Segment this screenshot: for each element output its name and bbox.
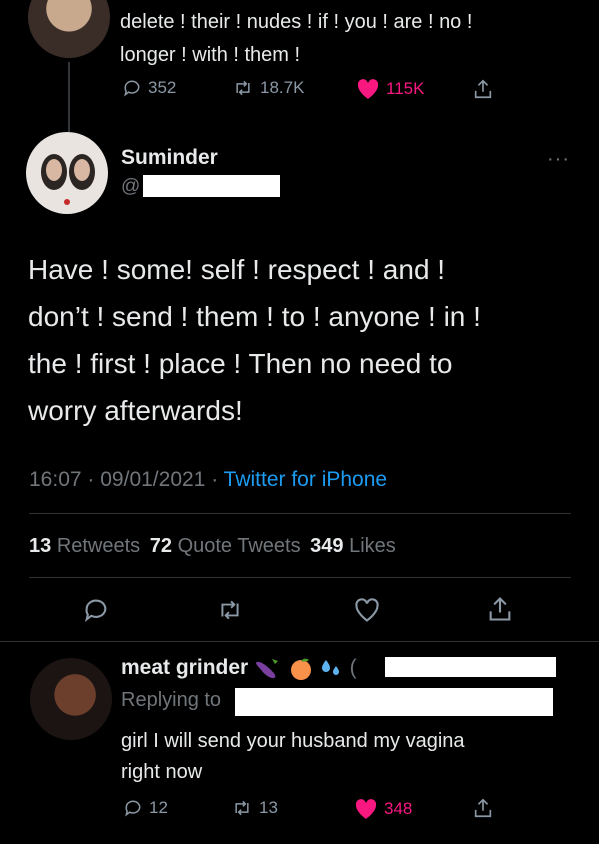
author-name[interactable]: Suminder bbox=[121, 146, 218, 170]
avatar-image bbox=[41, 154, 95, 205]
meta-separator: · bbox=[211, 468, 219, 491]
reply-action-button[interactable] bbox=[82, 596, 110, 629]
reply-tweet-line: girl I will send your husband my vagina bbox=[121, 730, 465, 752]
likes-stat[interactable]: 349 Likes bbox=[310, 535, 396, 557]
heart-filled-icon bbox=[355, 799, 377, 819]
share-icon bbox=[474, 79, 492, 99]
tweet-time: 16:07 bbox=[29, 468, 82, 491]
reply-tweet-text: girl I will send your husband my vagina … bbox=[121, 726, 465, 788]
reply-icon bbox=[124, 80, 140, 97]
main-tweet-line: don’t ! send ! them ! to ! anyone ! in ! bbox=[28, 301, 481, 332]
reply-tweet-line: right now bbox=[121, 761, 203, 783]
quotes-stat[interactable]: 72 Quote Tweets bbox=[150, 535, 306, 557]
reply-handle-redaction bbox=[385, 657, 556, 677]
tweet-date: 09/01/2021 bbox=[100, 468, 206, 491]
tweet-source-link[interactable]: Twitter for iPhone bbox=[224, 468, 387, 491]
peach-icon bbox=[290, 659, 311, 681]
reply-like-count: 348 bbox=[384, 799, 413, 818]
heart-filled-icon bbox=[357, 79, 379, 99]
tweet-meta: 16:07 · 09/01/2021 · Twitter for iPhone bbox=[29, 468, 387, 492]
avatar-meat-grinder[interactable] bbox=[30, 658, 112, 740]
retweets-count: 13 bbox=[29, 535, 52, 557]
thread-line-top bbox=[68, 62, 70, 132]
avatar-top[interactable] bbox=[28, 0, 110, 58]
top-reply-count: 352 bbox=[148, 78, 177, 97]
reply-like-button[interactable]: 348 bbox=[354, 798, 412, 820]
reply-icon bbox=[84, 599, 107, 622]
top-tweet-line: delete ! their ! nudes ! if ! you ! are … bbox=[120, 11, 473, 33]
like-action-button[interactable] bbox=[353, 597, 381, 628]
main-tweet-text: Have ! some! self ! respect ! and ! don’… bbox=[28, 246, 481, 434]
reply-icon bbox=[125, 800, 141, 817]
main-tweet-line: Have ! some! self ! respect ! and ! bbox=[28, 254, 446, 285]
replying-to: Replying to bbox=[121, 689, 221, 712]
retweet-action-button[interactable] bbox=[215, 597, 245, 628]
top-reply-button[interactable]: 352 bbox=[122, 78, 176, 98]
retweets-label: Retweets bbox=[56, 535, 141, 557]
top-tweet-line: longer ! with ! them ! bbox=[120, 44, 301, 66]
divider bbox=[0, 641, 599, 642]
share-icon bbox=[474, 798, 492, 818]
reply-reply-count: 12 bbox=[149, 798, 168, 817]
retweet-icon bbox=[236, 80, 250, 96]
retweet-icon bbox=[221, 600, 239, 620]
reply-share-button[interactable] bbox=[472, 797, 494, 819]
handle-prefix: @ bbox=[121, 176, 141, 197]
reply-retweet-count: 13 bbox=[259, 798, 278, 817]
share-action-button[interactable] bbox=[486, 595, 514, 628]
more-options-icon[interactable]: ··· bbox=[547, 148, 570, 171]
top-like-count: 115K bbox=[386, 79, 425, 98]
main-tweet-line: the ! first ! place ! Then no need to bbox=[28, 348, 453, 379]
divider bbox=[29, 577, 571, 578]
top-tweet-text: delete ! their ! nudes ! if ! you ! are … bbox=[120, 6, 472, 72]
top-like-button[interactable]: 115K bbox=[356, 78, 424, 100]
likes-label: Likes bbox=[349, 535, 396, 557]
quotes-count: 72 bbox=[149, 535, 172, 557]
reply-reply-button[interactable]: 12 bbox=[123, 798, 168, 818]
share-icon bbox=[489, 597, 511, 621]
avatar-suminder[interactable] bbox=[26, 132, 108, 214]
top-retweet-count: 18.7K bbox=[260, 78, 305, 97]
reply-retweet-button[interactable]: 13 bbox=[231, 798, 278, 818]
retweets-stat[interactable]: 13 Retweets bbox=[29, 535, 146, 557]
heart-outline-icon bbox=[355, 598, 379, 622]
top-share-button[interactable] bbox=[472, 78, 494, 100]
engagement-stats: 13 Retweets 72 Quote Tweets 349 Likes bbox=[29, 535, 396, 558]
author-handle[interactable]: @ bbox=[121, 176, 140, 198]
meta-separator: · bbox=[87, 468, 95, 491]
replying-to-redaction bbox=[235, 688, 553, 716]
retweet-icon bbox=[235, 800, 249, 816]
reply-author-name[interactable]: meat grinder bbox=[121, 656, 248, 679]
top-retweet-button[interactable]: 18.7K bbox=[232, 78, 304, 98]
sweat-droplets-icon bbox=[321, 660, 339, 676]
main-tweet-line: worry afterwards! bbox=[28, 395, 243, 426]
likes-count: 349 bbox=[310, 535, 344, 557]
quotes-label: Quote Tweets bbox=[177, 535, 301, 557]
reply-handle-fragment: ( bbox=[349, 656, 357, 679]
handle-redaction bbox=[143, 175, 280, 197]
reply-author-row: meat grinder ( bbox=[121, 656, 357, 681]
eggplant-icon bbox=[256, 659, 279, 679]
divider bbox=[29, 513, 571, 514]
replying-to-label: Replying to bbox=[121, 689, 222, 711]
